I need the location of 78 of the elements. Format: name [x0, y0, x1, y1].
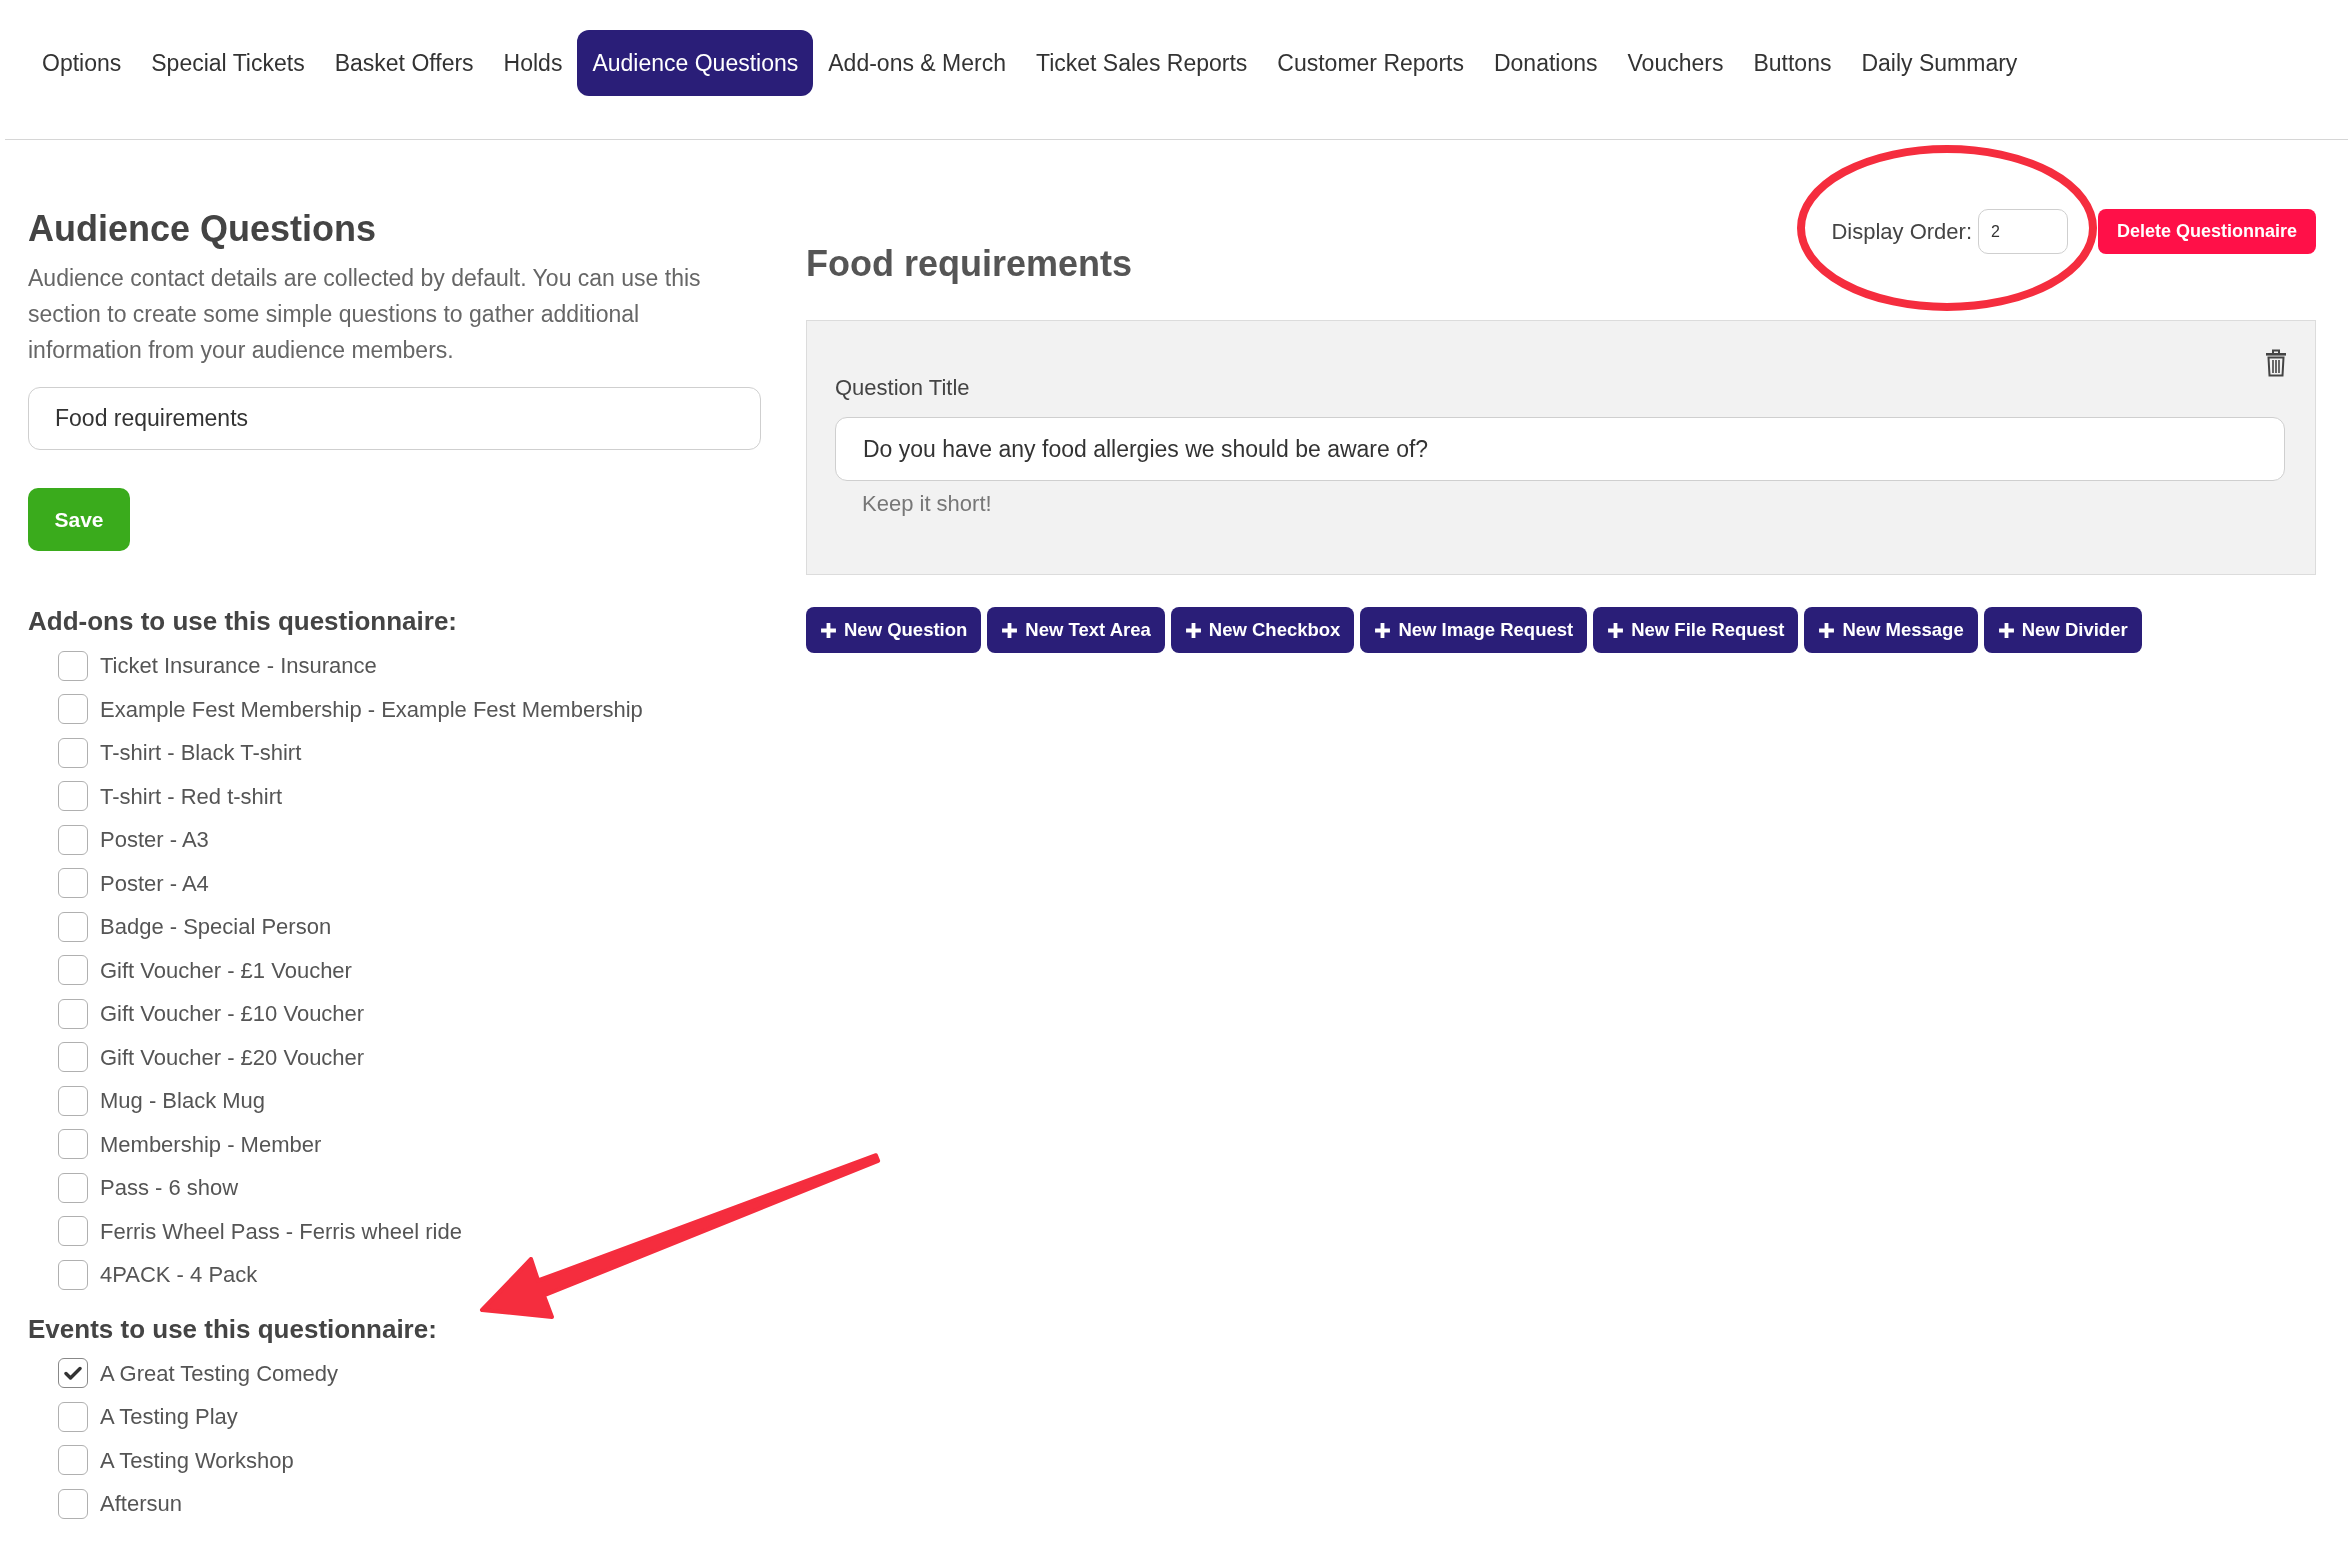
checkbox[interactable]	[58, 1259, 88, 1290]
checkbox-label: Gift Voucher - £1 Voucher	[100, 956, 352, 985]
display-order-label: Display Order:	[1831, 218, 1972, 246]
checkbox[interactable]	[58, 1129, 88, 1160]
checkbox[interactable]	[58, 1401, 88, 1432]
checkbox-label: Gift Voucher - £20 Voucher	[100, 1043, 365, 1072]
checkbox[interactable]	[58, 1216, 88, 1247]
checkbox[interactable]	[58, 737, 88, 768]
display-order-field[interactable]: 2	[1978, 209, 2068, 254]
checkbox-label: A Testing Workshop	[100, 1446, 294, 1475]
checkbox-label: Membership - Member	[100, 1130, 322, 1159]
plus-icon	[1607, 621, 1625, 639]
nav-tab[interactable]: Special Tickets	[136, 30, 320, 96]
checkmark-icon	[64, 1365, 82, 1381]
checkbox[interactable]	[58, 1358, 88, 1389]
checkbox-label: Example Fest Membership - Example Fest Membership	[100, 695, 643, 724]
checkbox[interactable]	[58, 650, 88, 681]
checkbox[interactable]	[58, 911, 88, 942]
checkbox[interactable]	[58, 1085, 88, 1116]
add-element-button[interactable]: New Text Area	[987, 607, 1165, 653]
nav-tab[interactable]: Donations	[1478, 30, 1613, 96]
question-title-label: Question Title	[835, 374, 970, 402]
nav-tab[interactable]: Audience Questions	[577, 30, 814, 96]
plus-icon	[1184, 621, 1202, 639]
checkbox[interactable]	[58, 1172, 88, 1203]
plus-icon	[1997, 621, 2015, 639]
delete-questionnaire-button[interactable]: Delete Questionnaire	[2098, 209, 2316, 254]
add-element-button[interactable]: New Image Request	[1360, 607, 1588, 653]
checkbox[interactable]	[58, 868, 88, 899]
plus-icon	[820, 621, 837, 639]
checkbox-label: Ticket Insurance - Insurance	[100, 652, 377, 681]
nav-tab[interactable]: Basket Offers	[319, 30, 489, 96]
checkbox-label: Badge - Special Person	[100, 913, 332, 942]
checkbox-label: Poster - A3	[100, 826, 209, 855]
nav-tab[interactable]: Options	[27, 30, 137, 96]
description-text: Audience contact details are collected by default. You can use this section to create some simple questions to gather additional information from your audience members.	[28, 264, 702, 365]
nav-tab[interactable]: Daily Summary	[1846, 30, 2033, 96]
checkbox-label: Pass - 6 show	[100, 1174, 239, 1203]
add-element-button[interactable]: New Checkbox	[1170, 607, 1355, 653]
nav-tab[interactable]: Customer Reports	[1262, 30, 1479, 96]
checkbox[interactable]	[58, 998, 88, 1029]
checkbox-label: 4PACK - 4 Pack	[100, 1261, 258, 1290]
nav-tab[interactable]: Add-ons & Merch	[813, 30, 1021, 96]
checkbox-label: Aftersun	[100, 1490, 182, 1519]
checkbox-label: A Great Testing Comedy	[100, 1359, 339, 1388]
plus-icon	[1374, 621, 1392, 639]
questionnaire-name-field[interactable]: Food requirements	[28, 387, 761, 450]
checkbox-label: T-shirt - Red t-shirt	[100, 782, 283, 811]
checkbox-label: Poster - A4	[100, 869, 209, 898]
page-title: Audience Questions	[28, 207, 377, 251]
checkbox[interactable]	[58, 694, 88, 725]
trash-icon[interactable]	[2265, 349, 2287, 377]
add-element-button[interactable]: New Question	[806, 607, 982, 653]
help-text: Keep it short!	[862, 490, 992, 518]
section-heading: Events to use this questionnaire:	[28, 1312, 437, 1346]
checkbox-label: T-shirt - Black T-shirt	[100, 739, 302, 768]
checkbox[interactable]	[58, 1488, 88, 1519]
checkbox-label: Mug - Black Mug	[100, 1087, 266, 1116]
checkbox-label: Gift Voucher - £10 Voucher	[100, 1000, 365, 1029]
plus-icon	[1001, 621, 1019, 639]
checkbox[interactable]	[58, 781, 88, 812]
checkbox[interactable]	[58, 824, 88, 855]
add-element-button[interactable]: New Message	[1804, 607, 1978, 653]
checkbox[interactable]	[58, 1042, 88, 1073]
checkbox-label: A Testing Play	[100, 1403, 238, 1432]
add-element-button[interactable]: New File Request	[1593, 607, 1799, 653]
nav-tab[interactable]: Vouchers	[1612, 30, 1739, 96]
questionnaire-title: Food requirements	[806, 242, 1133, 286]
add-element-button[interactable]: New Divider	[1983, 607, 2142, 653]
section-heading: Add-ons to use this questionnaire:	[28, 605, 457, 638]
checkbox-label: Ferris Wheel Pass - Ferris wheel ride	[100, 1217, 462, 1246]
question-title-field[interactable]: Do you have any food allergies we should be aware of?	[835, 417, 2285, 481]
nav-tab[interactable]: Holds	[488, 30, 578, 96]
nav-tab[interactable]: Buttons	[1738, 30, 1847, 96]
plus-icon	[1818, 621, 1836, 639]
checkbox[interactable]	[58, 1445, 88, 1476]
checkbox[interactable]	[58, 955, 88, 986]
nav-tab[interactable]: Ticket Sales Reports	[1020, 30, 1263, 96]
